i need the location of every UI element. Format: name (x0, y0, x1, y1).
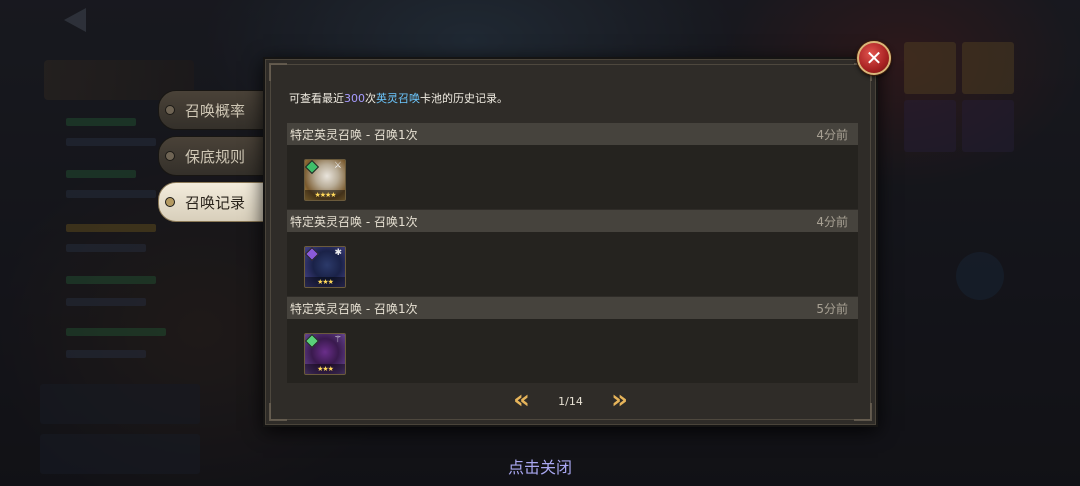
double-chevron-right-icon: » (611, 385, 628, 415)
intro-suffix: 卡池的历史记录。 (420, 92, 508, 105)
tab-summon-probability[interactable]: 召唤概率 (158, 90, 266, 130)
record-time: 5分前 (816, 301, 848, 316)
record-time: 4分前 (816, 214, 848, 229)
pagination: « 1/14 » (265, 387, 876, 413)
record-title: 特定英灵召唤 - 召唤1次 (290, 301, 418, 316)
record-time: 4分前 (816, 127, 848, 142)
frame-corner (269, 63, 287, 81)
class-icon: ⚔ (333, 161, 342, 171)
star-rating: ★★★ (305, 364, 345, 374)
star-rating: ★★★★ (305, 190, 345, 200)
history-record: 特定英灵召唤 - 召唤1次 4分前 ⚔ ★★★★ (287, 123, 858, 209)
star-rating: ★★★ (305, 277, 345, 287)
page-indicator: 1/14 (558, 394, 583, 408)
tab-label: 召唤记录 (185, 193, 246, 212)
history-record: 特定英灵召唤 - 召唤1次 5分前 ⚚ ★★★ (287, 297, 858, 383)
history-record-list: 特定英灵召唤 - 召唤1次 4分前 ⚔ ★★★★ 特定英灵召唤 - 召唤1次 4… (287, 123, 858, 384)
record-body: ⚔ ★★★★ (287, 145, 858, 209)
record-header: 特定英灵召唤 - 召唤1次 4分前 (287, 123, 858, 145)
intro-prefix: 可查看最近 (289, 92, 344, 105)
intro-mid: 次 (365, 92, 376, 105)
intro-pool-name: 英灵召唤 (376, 92, 420, 105)
class-icon: ✱ (334, 248, 342, 258)
next-page-button[interactable]: » (607, 387, 633, 413)
record-title: 特定英灵召唤 - 召唤1次 (290, 127, 418, 142)
close-button[interactable]: ✕ (857, 41, 891, 75)
tap-to-close-hint[interactable]: 点击关闭 (0, 454, 1080, 478)
tab-label: 保底规则 (185, 147, 246, 166)
tab-bullet-icon (165, 197, 175, 207)
previous-page-button[interactable]: « (509, 387, 535, 413)
tab-bullet-icon (165, 151, 175, 161)
record-title: 特定英灵召唤 - 召唤1次 (290, 214, 418, 229)
history-intro-text: 可查看最近300次英灵召唤卡池的历史记录。 (289, 90, 508, 106)
record-header: 特定英灵召唤 - 召唤1次 4分前 (287, 210, 858, 232)
tab-bullet-icon (165, 105, 175, 115)
hero-card[interactable]: ⚚ ★★★ (304, 333, 346, 375)
summon-history-modal: 可查看最近300次英灵召唤卡池的历史记录。 特定英灵召唤 - 召唤1次 4分前 … (263, 57, 878, 427)
close-icon: ✕ (865, 46, 883, 70)
record-header: 特定英灵召唤 - 召唤1次 5分前 (287, 297, 858, 319)
hero-card[interactable]: ⚔ ★★★★ (304, 159, 346, 201)
tab-guarantee-rules[interactable]: 保底规则 (158, 136, 266, 176)
record-body: ⚚ ★★★ (287, 319, 858, 383)
record-body: ✱ ★★★ (287, 232, 858, 296)
hero-card[interactable]: ✱ ★★★ (304, 246, 346, 288)
tab-summon-history[interactable]: 召唤记录 (158, 182, 266, 222)
double-chevron-left-icon: « (513, 385, 530, 415)
class-icon: ⚚ (333, 335, 342, 345)
intro-count: 300 (344, 92, 365, 105)
history-record: 特定英灵召唤 - 召唤1次 4分前 ✱ ★★★ (287, 210, 858, 296)
tab-label: 召唤概率 (185, 101, 246, 120)
